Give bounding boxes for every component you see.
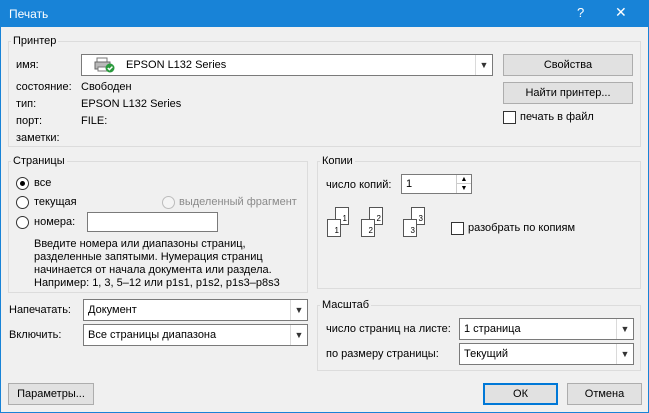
print-what-select[interactable]: Документ ▼	[83, 299, 308, 321]
chevron-down-icon[interactable]: ▼	[616, 319, 633, 339]
print-what-label: Напечатать:	[9, 304, 71, 316]
include-select[interactable]: Все страницы диапазона ▼	[83, 324, 308, 346]
chevron-down-icon[interactable]: ▼	[290, 300, 307, 320]
printer-name-select[interactable]: EPSON L132 Series ▼	[81, 54, 493, 76]
close-icon[interactable]: ✕	[615, 4, 627, 21]
pages-numbers-input[interactable]	[87, 212, 218, 232]
copies-legend: Копии	[320, 155, 355, 167]
pages-per-sheet-value: 1 страница	[464, 323, 521, 335]
chevron-down-icon[interactable]: ▼	[475, 55, 492, 75]
pages-selection-label[interactable]: выделенный фрагмент	[179, 196, 297, 208]
collate-page: 3	[403, 219, 417, 237]
printer-name-value: EPSON L132 Series	[126, 59, 227, 71]
pages-hint-line4: Например: 1, 3, 5–12 или p1s1, p1s2, p1s…	[34, 277, 280, 289]
window-title: Печать	[9, 7, 49, 21]
copies-count-label: число копий:	[326, 179, 392, 191]
pages-current-label[interactable]: текущая	[34, 196, 77, 208]
properties-button[interactable]: Свойства	[503, 54, 633, 76]
title-bar: Печать ? ✕	[1, 1, 648, 27]
cancel-button[interactable]: Отмена	[567, 383, 642, 405]
pages-legend: Страницы	[11, 155, 67, 167]
pages-hint-line3: начинается от начала документа или разде…	[34, 264, 272, 276]
printer-type-label: тип:	[16, 98, 37, 110]
print-what-value: Документ	[88, 304, 137, 316]
pages-hint-line2: разделенные запятыми. Нумерация страниц	[34, 251, 263, 263]
options-button[interactable]: Параметры...	[8, 383, 94, 405]
ok-button[interactable]: ОК	[483, 383, 558, 405]
printer-port-value: FILE:	[81, 115, 108, 127]
printer-type-value: EPSON L132 Series	[81, 98, 182, 110]
pages-per-sheet-label: число страниц на листе:	[326, 323, 451, 335]
scale-label: по размеру страницы:	[326, 348, 439, 360]
printer-port-label: порт:	[16, 115, 43, 127]
print-to-file-checkbox[interactable]	[503, 111, 516, 124]
include-label: Включить:	[9, 329, 62, 341]
chevron-down-icon[interactable]: ▼	[456, 184, 471, 193]
collate-illustration: 1 1 2 2 3 3	[327, 207, 437, 249]
collate-label[interactable]: разобрать по копиям	[468, 222, 575, 234]
find-printer-button[interactable]: Найти принтер...	[503, 82, 633, 104]
chevron-down-icon[interactable]: ▼	[290, 325, 307, 345]
scale-value: Текущий	[464, 348, 508, 360]
collate-page: 1	[327, 219, 341, 237]
pages-hint-line1: Введите номера или диапазоны страниц,	[34, 238, 246, 250]
printer-notes-label: заметки:	[16, 132, 60, 144]
pages-per-sheet-select[interactable]: 1 страница ▼	[459, 318, 634, 340]
pages-all-radio[interactable]	[16, 177, 29, 190]
collate-page: 2	[361, 219, 375, 237]
printer-legend: Принтер	[11, 35, 59, 47]
printer-status-value: Свободен	[81, 81, 132, 93]
pages-all-label[interactable]: все	[34, 177, 51, 189]
zoom-legend: Масштаб	[320, 299, 372, 311]
copies-count-value: 1	[406, 178, 413, 190]
help-icon[interactable]: ?	[577, 5, 584, 20]
pages-numbers-label[interactable]: номера:	[34, 216, 75, 228]
collate-checkbox[interactable]	[451, 222, 464, 235]
copies-count-spinner[interactable]: 1 ▲ ▼	[401, 174, 472, 194]
scale-select[interactable]: Текущий ▼	[459, 343, 634, 365]
printer-name-label: имя:	[16, 59, 39, 71]
printer-icon	[94, 57, 116, 73]
chevron-up-icon[interactable]: ▲	[456, 175, 471, 184]
chevron-down-icon[interactable]: ▼	[616, 344, 633, 364]
pages-current-radio[interactable]	[16, 196, 29, 209]
print-dialog: Печать ? ✕ Принтер имя: EPSON L132 Serie…	[0, 0, 649, 413]
pages-numbers-radio[interactable]	[16, 216, 29, 229]
include-value: Все страницы диапазона	[88, 329, 217, 341]
printer-status-label: состояние:	[16, 81, 72, 93]
pages-selection-radio[interactable]	[162, 196, 175, 209]
print-to-file-label[interactable]: печать в файл	[520, 111, 594, 123]
